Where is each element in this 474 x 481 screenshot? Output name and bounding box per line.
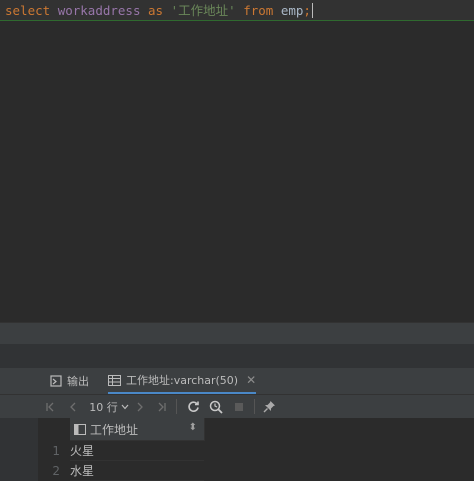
text-caret (311, 3, 313, 18)
cell-value: 水星 (70, 464, 95, 478)
last-page-button[interactable] (154, 395, 170, 418)
column-name: workaddress (57, 3, 141, 18)
statement-terminator: ; (303, 3, 311, 18)
page-size-select[interactable]: 10 行 (88, 395, 130, 418)
row-number: 1 (52, 444, 60, 458)
first-page-button[interactable] (42, 395, 58, 418)
history-search-icon (209, 400, 223, 414)
stop-icon (235, 402, 243, 411)
sort-icon[interactable]: ⬍ (189, 422, 197, 433)
sql-editor[interactable]: select workaddress as '工作地址' from emp; (0, 0, 474, 322)
pin-icon (263, 401, 275, 413)
code-line[interactable]: select workaddress as '工作地址' from emp; (0, 0, 474, 21)
next-page-button[interactable] (132, 395, 148, 418)
table-grid-icon (108, 374, 121, 386)
keyword-from: from (243, 3, 274, 18)
column-header-label: 工作地址 (90, 422, 139, 437)
row-gutter (0, 418, 38, 481)
services-toolbar (0, 344, 474, 368)
table-cell[interactable]: 水星 (70, 461, 204, 481)
column-header[interactable]: 工作地址 ⬍ (70, 418, 205, 441)
table-cell[interactable]: 火星 (70, 441, 204, 461)
close-icon[interactable]: ✕ (246, 373, 256, 387)
tab-result[interactable]: 工作地址:varchar(50) ✕ (108, 368, 257, 394)
chevron-down-icon (121, 404, 129, 409)
panel-splitter[interactable] (0, 322, 474, 345)
last-page-icon (158, 402, 166, 411)
row-number: 2 (52, 464, 60, 478)
prev-page-button[interactable] (65, 395, 81, 418)
refresh-icon (187, 401, 199, 412)
page-size-label: 10 行 (89, 400, 118, 414)
table-name: emp (280, 3, 304, 18)
cell-value: 火星 (70, 444, 95, 458)
chevron-left-icon (70, 402, 76, 411)
query-history-button[interactable] (207, 395, 225, 418)
keyword-as: as (148, 3, 164, 18)
result-tabs: 输出 工作地址:varchar(50) ✕ (0, 368, 474, 395)
pin-tab-button[interactable] (260, 395, 278, 418)
first-page-icon (46, 402, 54, 411)
tab-output[interactable]: 输出 (50, 368, 89, 394)
alias-string: '工作地址' (170, 3, 236, 18)
refresh-button[interactable] (184, 395, 202, 418)
toolbar-divider (254, 399, 255, 414)
chevron-right-icon (137, 402, 143, 411)
results-toolbar: 10 行 (0, 395, 474, 419)
tab-output-label: 输出 (67, 375, 89, 388)
result-grid[interactable]: 工作地址 ⬍ 1 火星 2 水星 (38, 418, 474, 481)
stop-button[interactable] (231, 395, 247, 418)
keyword-select: select (5, 3, 51, 18)
tab-result-label: 工作地址:varchar(50) (126, 374, 239, 387)
toolbar-divider (176, 399, 177, 414)
output-icon (50, 375, 62, 387)
column-icon (74, 423, 86, 435)
